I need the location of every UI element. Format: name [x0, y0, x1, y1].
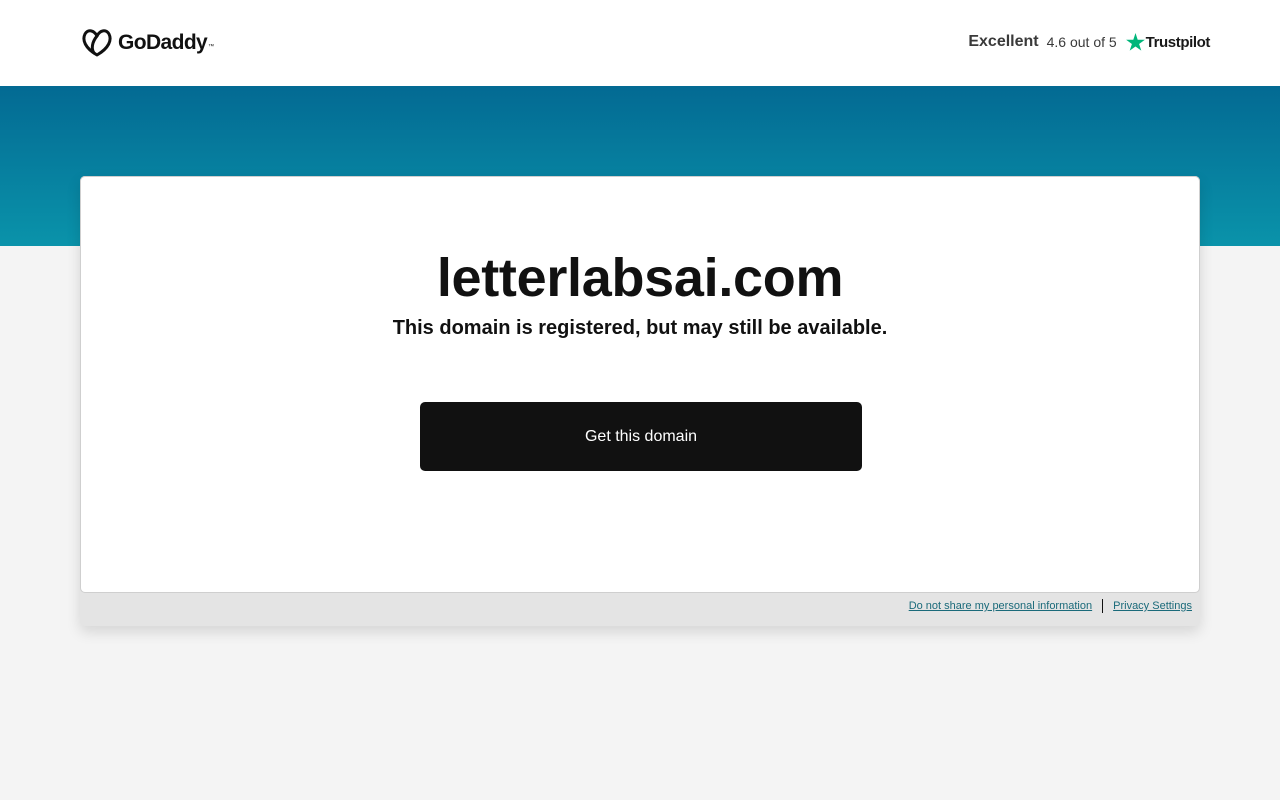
rating-label: Excellent — [968, 33, 1039, 50]
domain-card: letterlabsai.com This domain is register… — [80, 176, 1200, 593]
trustpilot-star-icon — [1125, 33, 1145, 51]
godaddy-logo[interactable]: GoDaddy ™ — [81, 28, 214, 58]
domain-name: letterlabsai.com — [436, 248, 844, 308]
domain-card-container: letterlabsai.com This domain is register… — [80, 176, 1200, 626]
trustpilot-wordmark: Trustpilot — [1145, 33, 1211, 51]
trustpilot-rating: Excellent 4.6 out of 5 Trustpilot — [968, 30, 1210, 54]
top-header: GoDaddy ™ Excellent 4.6 out of 5 Trustpi… — [0, 0, 1280, 86]
logo-trademark: ™ — [208, 44, 215, 50]
link-divider — [1102, 599, 1104, 613]
godaddy-logo-icon — [82, 29, 112, 57]
privacy-settings-link[interactable]: Privacy Settings — [1113, 600, 1192, 612]
get-domain-button[interactable]: Get this domain — [420, 402, 862, 471]
footer-links: Do not share my personal information Pri… — [909, 598, 1192, 614]
domain-status: This domain is registered, but may still… — [392, 317, 888, 339]
do-not-share-link[interactable]: Do not share my personal information — [909, 600, 1092, 612]
logo-wordmark: GoDaddy — [118, 31, 208, 54]
rating-score: 4.6 out of 5 — [1046, 34, 1117, 50]
